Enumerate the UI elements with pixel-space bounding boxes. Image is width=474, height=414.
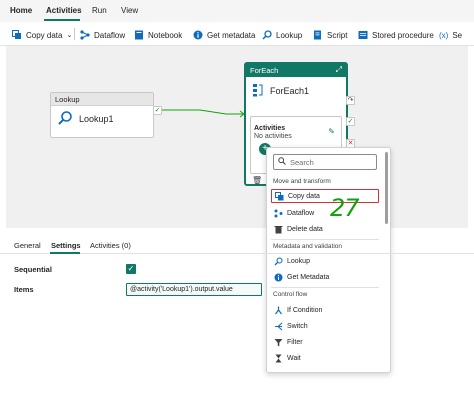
info-icon [274,273,283,282]
edit-icon[interactable]: ✎ [328,127,335,136]
menu-item-filter[interactable]: Filter [271,335,379,349]
menu-item-label: If Condition [287,306,323,314]
menu-divider [271,287,379,288]
foreach-icon [252,83,264,99]
search-icon [274,256,283,266]
active-tab-indicator [50,252,80,254]
menu-item-switch[interactable]: Switch [271,319,379,333]
no-activities-label: No activities [254,133,292,140]
success-port-icon[interactable]: ✓ [346,117,355,126]
menu-item-label: Delete data [287,225,323,233]
properties-tabs: General Settings Activities (0) [0,236,474,254]
menu-item-label: Dataflow [287,209,315,217]
search-placeholder: Search [290,157,314,167]
menu-item-lookup[interactable]: Lookup [271,254,379,268]
menu-item-if-condition[interactable]: If Condition [271,303,379,317]
tab-general[interactable]: General [14,241,41,250]
hourglass-icon [274,354,283,363]
menu-item-dataflow[interactable]: Dataflow [271,206,379,220]
menu-item-label: Wait [287,354,301,362]
menu-item-copy-data[interactable]: Copy data [271,189,379,203]
switch-icon [274,322,283,331]
menu-item-label: Copy data [288,192,320,200]
sequential-checkbox[interactable]: ✓ [126,264,136,274]
sequential-label: Sequential [14,265,52,274]
menu-item-label: Filter [287,338,303,346]
foreach-activity-header: ForEach ⤢ [246,64,346,77]
step-annotation: 27 [330,194,360,222]
delete-icon[interactable]: 🗑 [252,176,262,185]
activities-label: Activities [254,125,286,132]
foreach-activity-name: ForEach1 [270,86,310,96]
menu-item-delete-data[interactable]: Delete data [271,222,379,236]
menu-scrollbar[interactable] [385,152,388,224]
menu-item-label: Switch [287,322,308,330]
tab-settings[interactable]: Settings [51,241,81,250]
menu-item-label: Get Metadata [287,273,330,281]
activity-search-input[interactable]: Search [273,154,377,170]
delete-icon [274,225,283,234]
expand-icon[interactable]: ⤢ [336,65,342,75]
items-label: Items [14,285,34,294]
if-condition-icon [274,306,283,315]
section-control-flow: Control flow [273,291,308,298]
search-icon [278,157,286,167]
menu-item-label: Lookup [287,257,310,265]
menu-item-get-metadata[interactable]: Get Metadata [271,270,379,284]
filter-icon [274,338,283,347]
add-activity-menu: Search Move and transform Copy data Data… [266,147,391,373]
activity-connector [162,109,245,118]
dataflow-icon [274,209,283,218]
skip-port-icon[interactable]: ↷ [346,96,355,105]
copy-data-icon [275,191,284,201]
menu-item-wait[interactable]: Wait [271,351,379,365]
items-expression-input[interactable]: @activity('Lookup1').output.value [126,283,262,296]
foreach-header-label: ForEach [250,66,279,75]
section-move-transform: Move and transform [273,178,331,185]
tab-activities[interactable]: Activities (0) [90,241,131,250]
